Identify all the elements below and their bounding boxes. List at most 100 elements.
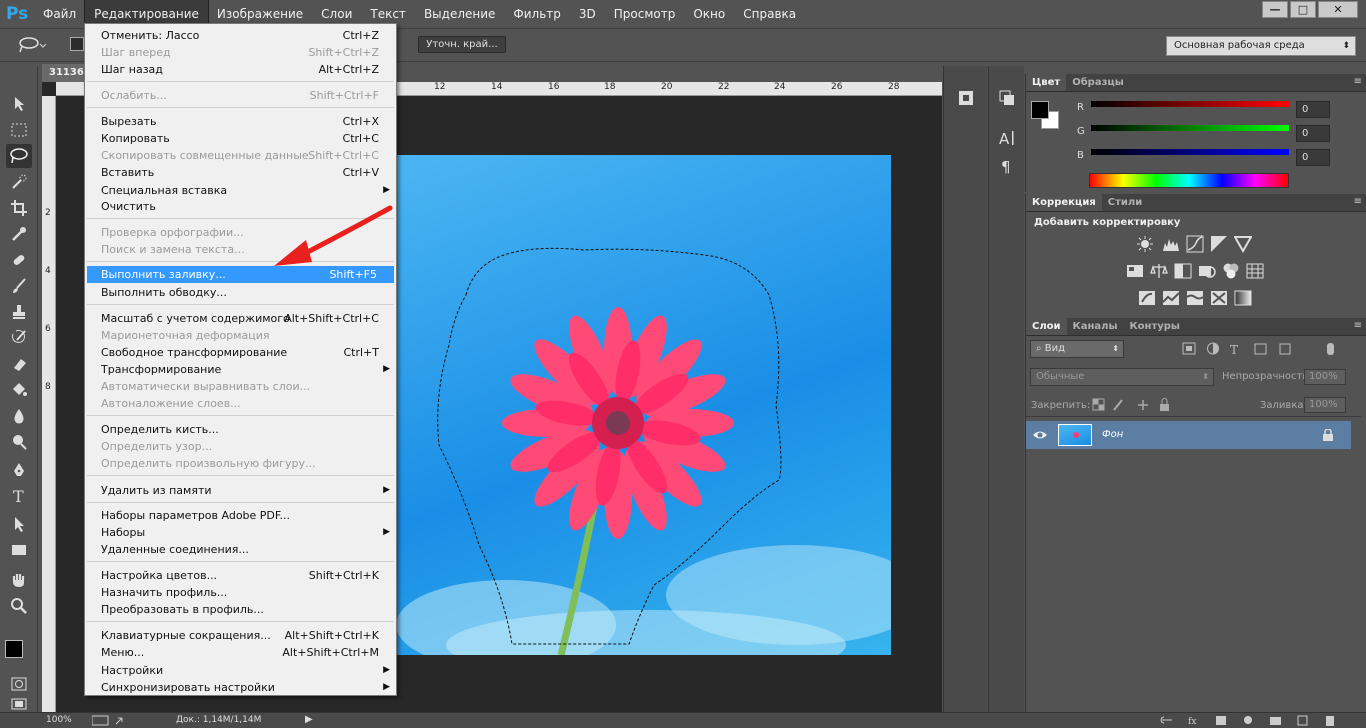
marquee-tool-icon[interactable] xyxy=(6,118,32,142)
eye-icon[interactable] xyxy=(1032,428,1048,442)
layer-name[interactable]: Фон xyxy=(1102,429,1123,440)
menu-item-paste-special[interactable]: Специальная вставка ▶ xyxy=(85,182,396,199)
paint-bucket-tool-icon[interactable] xyxy=(6,378,32,402)
menu-item-transform[interactable]: Трансформирование ▶ xyxy=(85,361,396,378)
menu-item-remote-connections[interactable]: Удаленные соединения... xyxy=(85,541,396,558)
layer-filter-select[interactable]: ⌕ Вид ⬍ xyxy=(1030,340,1124,358)
panel-menu-icon[interactable]: ≡ xyxy=(1354,320,1362,331)
path-selection-tool-icon[interactable] xyxy=(6,512,32,536)
menu-item-pdf-presets[interactable]: Наборы параметров Adobe PDF... xyxy=(85,507,396,524)
menu-item-color-settings[interactable]: Настройка цветов... Shift+Ctrl+K xyxy=(85,567,396,584)
3d-panel-icon[interactable] xyxy=(956,88,976,108)
menu-item-preferences[interactable]: Настройки ▶ xyxy=(85,662,396,679)
menu-item-keyboard-shortcuts[interactable]: Клавиатурные сокращения... Alt+Shift+Ctrl… xyxy=(85,627,396,644)
pen-tool-icon[interactable] xyxy=(6,458,32,482)
hue-saturation-icon[interactable] xyxy=(1126,262,1144,280)
lasso-tool-icon[interactable] xyxy=(6,144,32,168)
clone-stamp-tool-icon[interactable] xyxy=(6,300,32,324)
g-value-input[interactable]: 0 xyxy=(1296,125,1330,142)
photo-filter-icon[interactable] xyxy=(1198,262,1216,280)
history-panel-icon[interactable] xyxy=(997,88,1017,108)
menu-item-cut[interactable]: Вырезать Ctrl+X xyxy=(85,113,396,130)
crop-tool-icon[interactable] xyxy=(6,196,32,220)
menu-item-paste[interactable]: Вставить Ctrl+V xyxy=(85,164,396,181)
menu-item-copy[interactable]: Копировать Ctrl+C xyxy=(85,130,396,147)
eyedropper-tool-icon[interactable] xyxy=(6,222,32,246)
menu-item-purge[interactable]: Удалить из памяти ▶ xyxy=(85,482,396,499)
exposure-icon[interactable] xyxy=(1210,235,1228,253)
tab-layers[interactable]: Слои xyxy=(1026,318,1067,335)
workspace-select[interactable]: Основная рабочая среда ⬍ xyxy=(1166,36,1356,56)
tab-swatches[interactable]: Образцы xyxy=(1066,74,1130,91)
eraser-tool-icon[interactable] xyxy=(6,352,32,376)
tab-paths[interactable]: Контуры xyxy=(1124,318,1186,335)
menu-item-menus[interactable]: Меню... Alt+Shift+Ctrl+M xyxy=(85,644,396,661)
menu-filter[interactable]: Фильтр xyxy=(504,0,569,28)
menu-item-stroke[interactable]: Выполнить обводку... xyxy=(85,284,396,301)
tab-channels[interactable]: Каналы xyxy=(1067,318,1124,335)
menu-item-assign-profile[interactable]: Назначить профиль... xyxy=(85,584,396,601)
menu-view[interactable]: Просмотр xyxy=(605,0,685,28)
rectangle-tool-icon[interactable] xyxy=(6,538,32,562)
fill-input[interactable]: 100% xyxy=(1304,397,1346,413)
gradient-map-icon[interactable] xyxy=(1234,289,1252,307)
r-slider[interactable] xyxy=(1091,101,1289,107)
dodge-tool-icon[interactable] xyxy=(6,430,32,454)
brush-tool-icon[interactable] xyxy=(6,274,32,298)
menu-item-define-brush[interactable]: Определить кисть... xyxy=(85,421,396,438)
g-slider[interactable] xyxy=(1091,125,1289,131)
levels-icon[interactable] xyxy=(1162,235,1180,253)
close-button[interactable]: ✕ xyxy=(1318,1,1358,18)
opacity-input[interactable]: 100% xyxy=(1304,369,1346,385)
panel-menu-icon[interactable]: ≡ xyxy=(1354,196,1362,207)
minimize-button[interactable]: — xyxy=(1262,1,1288,18)
color-spectrum[interactable] xyxy=(1089,173,1289,188)
color-balance-icon[interactable] xyxy=(1150,262,1168,280)
menu-help[interactable]: Справка xyxy=(734,0,805,28)
r-value-input[interactable]: 0 xyxy=(1296,101,1330,118)
refine-edge-button[interactable]: Уточн. край... xyxy=(418,36,506,53)
healing-brush-tool-icon[interactable] xyxy=(6,248,32,272)
brightness-contrast-icon[interactable] xyxy=(1136,235,1154,253)
b-value-input[interactable]: 0 xyxy=(1296,149,1330,166)
color-foreground-swatch[interactable] xyxy=(1031,101,1049,119)
menu-item-undo[interactable]: Отменить: Лассо Ctrl+Z xyxy=(85,27,396,44)
zoom-tool-icon[interactable] xyxy=(6,594,32,618)
menu-item-sync-settings[interactable]: Синхронизировать настройки ▶ xyxy=(85,679,396,696)
paragraph-panel-icon[interactable]: ¶ xyxy=(997,156,1017,176)
menu-item-free-transform[interactable]: Свободное трансформирование Ctrl+T xyxy=(85,344,396,361)
blur-tool-icon[interactable] xyxy=(6,404,32,428)
channel-mixer-icon[interactable] xyxy=(1222,262,1240,280)
history-brush-tool-icon[interactable] xyxy=(6,326,32,350)
tab-adjustments[interactable]: Коррекция xyxy=(1026,194,1102,211)
lock-icons[interactable] xyxy=(1092,398,1172,412)
selective-color-icon[interactable] xyxy=(1210,289,1228,307)
document-tab[interactable]: 31136. xyxy=(42,64,88,82)
invert-icon[interactable] xyxy=(1138,289,1156,307)
threshold-icon[interactable] xyxy=(1186,289,1204,307)
menu-window[interactable]: Окно xyxy=(684,0,734,28)
menu-select[interactable]: Выделение xyxy=(415,0,504,28)
black-white-icon[interactable] xyxy=(1174,262,1192,280)
b-slider[interactable] xyxy=(1091,149,1289,155)
blend-mode-select[interactable]: Обычные ⬍ xyxy=(1030,368,1214,386)
curves-icon[interactable] xyxy=(1186,235,1204,253)
tab-color[interactable]: Цвет xyxy=(1026,74,1067,91)
move-tool-icon[interactable] xyxy=(6,92,32,116)
layer-row[interactable]: Фон xyxy=(1026,421,1351,449)
new-selection-icon[interactable] xyxy=(70,37,84,51)
menu-item-convert-profile[interactable]: Преобразовать в профиль... xyxy=(85,601,396,618)
menu-item-step-backward[interactable]: Шаг назад Alt+Ctrl+Z xyxy=(85,61,396,78)
quick-select-tool-icon[interactable] xyxy=(6,170,32,194)
status-menu-arrow-icon[interactable]: ▶ xyxy=(305,714,313,725)
color-lookup-icon[interactable] xyxy=(1246,262,1264,280)
zoom-level[interactable]: 100% xyxy=(46,715,72,725)
posterize-icon[interactable] xyxy=(1162,289,1180,307)
tab-styles[interactable]: Стили xyxy=(1102,194,1148,211)
panel-menu-icon[interactable]: ≡ xyxy=(1354,76,1362,87)
document-canvas-image[interactable] xyxy=(396,155,891,655)
type-tool-icon[interactable]: T xyxy=(6,484,32,508)
menu-item-content-aware-scale[interactable]: Масштаб с учетом содержимого Alt+Shift+Ct… xyxy=(85,310,396,327)
lasso-preset-icon[interactable] xyxy=(14,35,48,55)
hand-tool-icon[interactable] xyxy=(6,568,32,592)
